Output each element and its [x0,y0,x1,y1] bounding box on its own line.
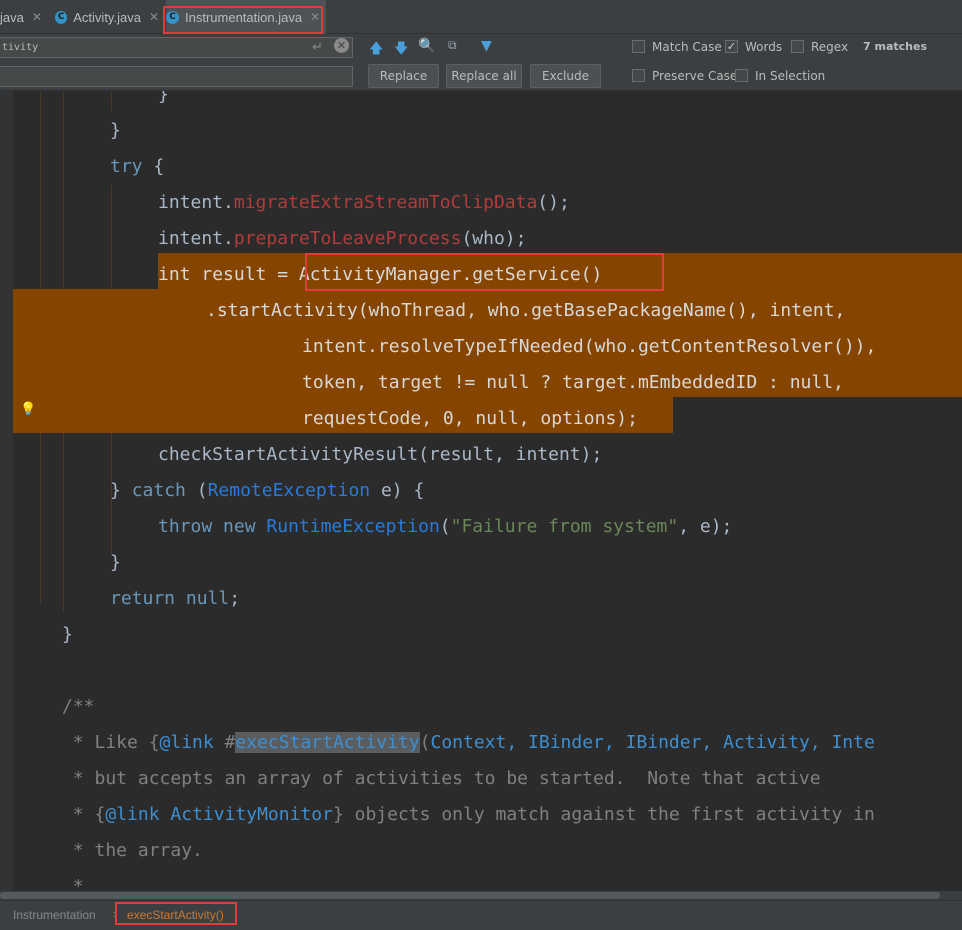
match-count: 7 matches [863,40,927,53]
editor-tab-bar: java ✕ C Activity.java ✕ C Instrumentati… [0,0,962,34]
code-line: } [158,91,169,105]
tab-label: Activity.java [73,9,141,25]
code-line: requestCode, 0, null, options); [302,408,638,429]
scrollbar-thumb[interactable] [0,892,940,899]
code-line: } [62,624,73,645]
replace-button[interactable]: Replace [368,64,439,88]
regex-label: Regex [811,40,849,54]
comment-line: * {@link ActivityMonitor} objects only m… [62,804,875,825]
code-line: token, target != null ? target.mEmbedded… [302,372,844,393]
annotation-box-code [305,253,664,291]
breadcrumb: Instrumentation › execStartActivity() [0,900,962,930]
words-label: Words [745,40,783,54]
replace-input[interactable] [0,67,352,86]
code-line: } [110,120,121,141]
words-checkbox[interactable]: ✓ [725,40,738,53]
preserve-case-label: Preserve Case [652,69,738,83]
comment-line: * the array. [62,840,203,861]
newline-icon[interactable]: ↵ [312,40,323,55]
code-line: .startActivity(whoThread, who.getBasePac… [206,300,846,321]
preserve-case-checkbox[interactable] [632,69,645,82]
previous-occurrence-icon[interactable]: 🡅 [369,38,383,62]
code-line: intent.migrateExtraStreamToClipData(); [158,192,570,213]
code-line: intent.prepareToLeaveProcess(who); [158,228,527,249]
annotation-box-breadcrumb [115,902,237,925]
match-case-checkbox[interactable] [632,40,645,53]
replace-field[interactable] [0,66,353,87]
breadcrumb-item-class[interactable]: Instrumentation [13,908,96,922]
in-selection-checkbox[interactable] [735,69,748,82]
replace-all-button[interactable]: Replace all [446,64,522,88]
class-icon: C [55,10,68,24]
comment-line: /** [62,696,95,717]
comment-line: * but accepts an array of activities to … [62,768,821,789]
search-field[interactable] [0,37,353,58]
match-case-label: Match Case [652,40,722,54]
close-icon[interactable]: ✕ [149,10,159,24]
indent-guide [111,91,112,111]
code-line: } catch (RemoteException e) { [110,480,425,501]
code-editor[interactable]: } } try { intent.migrateExtraStreamToCli… [0,91,962,899]
code-line: } [110,552,121,573]
horizontal-scrollbar[interactable] [0,891,962,900]
select-all-occurrences-icon[interactable]: ⧉ [448,38,457,53]
tab-activity-java[interactable]: C Activity.java ✕ [55,0,159,34]
tab-label: java [0,9,24,25]
exclude-button[interactable]: Exclude [530,64,601,88]
regex-checkbox[interactable] [791,40,804,53]
lightbulb-icon[interactable]: 💡 [20,402,36,417]
next-occurrence-icon[interactable]: 🡇 [394,38,408,62]
code-line: checkStartActivityResult(result, intent)… [158,444,603,465]
code-line: intent.resolveTypeIfNeeded(who.getConten… [302,336,877,357]
code-line: throw new RuntimeException("Failure from… [158,516,733,537]
clear-search-icon[interactable]: ✕ [334,38,349,53]
annotation-box-tab [163,6,323,34]
in-selection-label: In Selection [755,69,826,83]
tab-java[interactable]: java ✕ [0,0,46,34]
code-line: try { [110,156,165,177]
gutter [0,91,13,899]
find-all-icon[interactable]: 🔍 [418,38,435,54]
close-icon[interactable]: ✕ [32,10,42,24]
filter-icon[interactable]: ▼ [481,38,492,54]
code-line: return null; [110,588,241,609]
comment-line: * Like {@link #execStartActivity(Context… [62,732,875,753]
search-input[interactable] [0,38,352,57]
